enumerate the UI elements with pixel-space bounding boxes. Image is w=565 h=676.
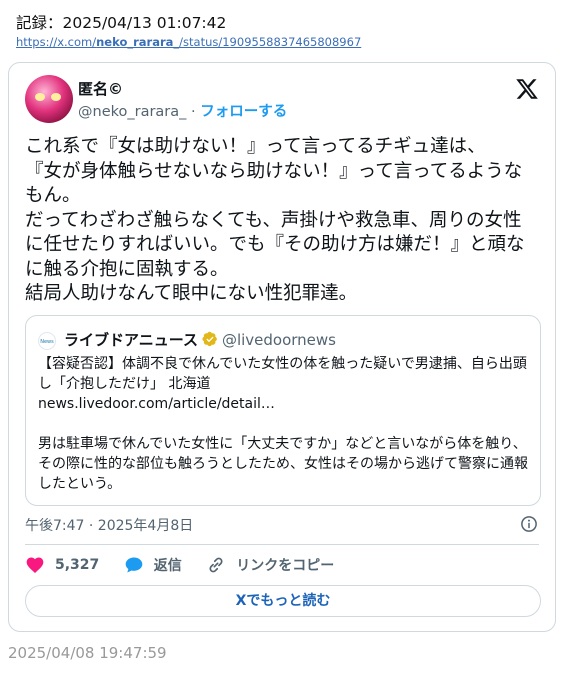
record-timestamp: 記録：2025/04/13 01:07:42 — [16, 14, 227, 32]
heart-icon — [26, 557, 44, 573]
quoted-tweet[interactable]: News ライブドアニュース @livedoornews 【容疑否認】体調不良で休… — [25, 315, 541, 506]
copy-link-label: リンクをコピー — [236, 558, 335, 574]
verified-badge-icon — [202, 331, 217, 347]
source-link[interactable]: https://x.com/neko_rarara_/status/190955… — [16, 35, 361, 49]
reply-button[interactable]: 返信 — [124, 555, 182, 575]
source-link-user: neko_rarara_ — [96, 35, 180, 49]
quote-author-name: ライブドアニュース — [64, 331, 198, 349]
handle-separator: · — [191, 104, 196, 120]
quote-avatar: News — [38, 332, 56, 350]
quote-handle: @livedoornews — [221, 331, 336, 349]
read-more-button[interactable]: Xでもっと読む — [25, 585, 541, 617]
copy-link-button[interactable]: リンクをコピー — [206, 555, 334, 575]
quote-author-row: ライブドアニュース @livedoornews — [64, 329, 336, 350]
like-button[interactable]: 5,327 — [25, 555, 99, 575]
quote-text: 【容疑否認】体調不良で休んでいた女性の体を触った疑いで男逮捕、自ら出頭し「介抱し… — [38, 356, 528, 492]
link-icon — [209, 557, 223, 573]
divider — [25, 544, 539, 545]
reply-label: 返信 — [153, 558, 182, 574]
author-name[interactable]: 匿名© — [78, 78, 123, 99]
author-handle[interactable]: @neko_rarara_ — [78, 104, 186, 120]
action-bar: 5,327 返信 リンクをコピー — [25, 555, 354, 579]
footer-timestamp: 2025/04/08 19:47:59 — [8, 644, 167, 662]
x-logo-icon[interactable] — [515, 77, 539, 101]
follow-button[interactable]: フォローする — [200, 104, 287, 120]
tweet-timestamp[interactable]: 午後7:47 · 2025年4月8日 — [25, 515, 193, 535]
reply-bubble-icon — [125, 557, 143, 573]
author-avatar[interactable] — [25, 75, 73, 123]
info-icon[interactable] — [520, 515, 538, 533]
tweet-text: これ系で『女は助けない！』って言ってるチギュ達は、 『女が身体触らせないなら助け… — [25, 136, 525, 304]
source-link-prefix: https://x.com/ — [16, 35, 97, 49]
author-handle-row: @neko_rarara_ · フォローする — [78, 100, 287, 121]
source-link-suffix: /status/1909558837465808967 — [179, 35, 362, 49]
like-count: 5,327 — [55, 557, 100, 573]
tweet-card: 匿名© @neko_rarara_ · フォローする これ系で『女は助けない！』… — [8, 62, 556, 632]
